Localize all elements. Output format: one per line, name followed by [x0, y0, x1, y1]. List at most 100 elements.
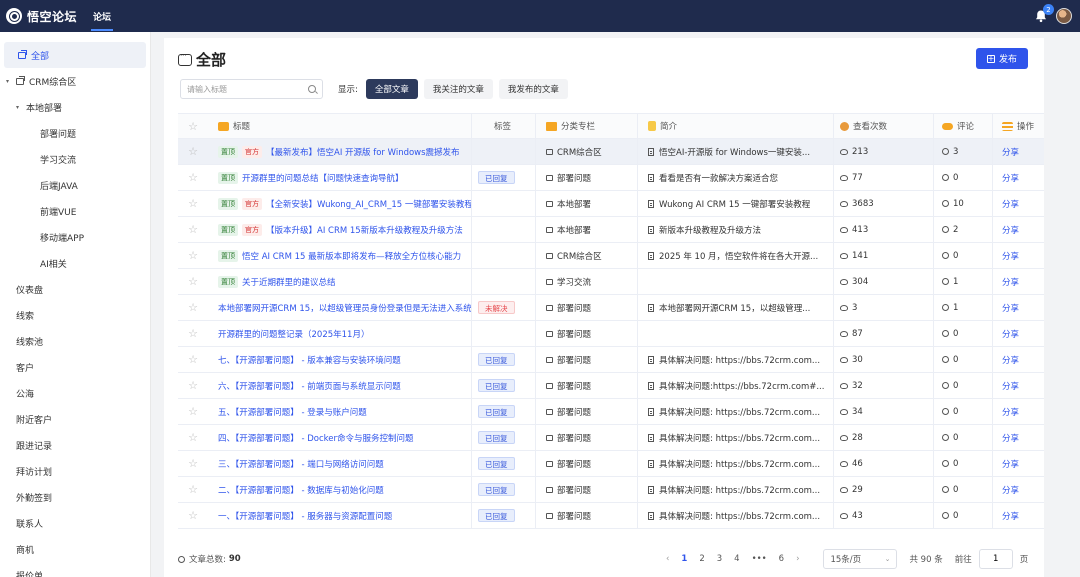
table-row[interactable]: ☆ 三、【开源部署问题】 - 端口与网络访问问题 已回复 部署问题 具体解决问题: ht…: [178, 451, 1044, 477]
sidebar-item[interactable]: AI相关: [0, 250, 150, 276]
star-icon[interactable]: ☆: [178, 379, 208, 392]
article-title-link[interactable]: 开源群里的问题整记录（2025年11月）: [218, 328, 369, 340]
header-views[interactable]: 查看次数: [834, 114, 934, 138]
sidebar-item[interactable]: 全部: [4, 42, 146, 68]
star-icon[interactable]: ☆: [178, 431, 208, 444]
star-icon[interactable]: ☆: [178, 457, 208, 470]
sidebar-item[interactable]: 跟进记录: [0, 432, 150, 458]
publish-button[interactable]: + 发布: [976, 48, 1028, 69]
article-title-link[interactable]: 一、【开源部署问题】 - 服务器与资源配置问题: [218, 510, 392, 522]
header-comments[interactable]: 评论: [934, 114, 993, 138]
article-title-link[interactable]: 七、【开源部署问题】 - 版本兼容与安装环境问题: [218, 354, 401, 366]
share-link[interactable]: 分享: [1002, 172, 1019, 184]
article-title-link[interactable]: 五、【开源部署问题】 - 登录与账户问题: [218, 406, 367, 418]
article-title-link[interactable]: 关于近期群里的建议总结: [242, 276, 336, 288]
caret-down-icon[interactable]: ▾: [6, 78, 16, 85]
search-icon[interactable]: [308, 85, 316, 93]
share-link[interactable]: 分享: [1002, 354, 1019, 366]
goto-page-input[interactable]: [978, 549, 1013, 569]
sidebar-item[interactable]: 部署问题: [0, 120, 150, 146]
article-title-link[interactable]: 二、【开源部署问题】 - 数据库与初始化问题: [218, 484, 384, 496]
share-link[interactable]: 分享: [1002, 458, 1019, 470]
sidebar-item[interactable]: ▾ 本地部署: [0, 94, 150, 120]
sidebar-item[interactable]: 附近客户: [0, 406, 150, 432]
table-row[interactable]: ☆ 置顶 官方 【版本升级】AI CRM 15新版本升级教程及升级方法 本地部署 新版本升…: [178, 217, 1044, 243]
star-icon[interactable]: ☆: [178, 197, 208, 210]
page-number[interactable]: 6: [779, 554, 784, 564]
caret-down-icon[interactable]: ▾: [16, 104, 26, 111]
app-logo[interactable]: 悟空论坛: [6, 8, 77, 25]
more-pages-icon[interactable]: •••: [752, 554, 767, 564]
table-row[interactable]: ☆ 置顶 官方 【最新发布】悟空AI 开源版 for Windows震撼发布 CRM综合…: [178, 139, 1044, 165]
article-title-link[interactable]: 开源群里的问题总结【问题快速查询导航】: [242, 172, 404, 184]
sidebar-item[interactable]: 报价单: [0, 562, 150, 577]
sidebar-item[interactable]: 前端VUE: [0, 198, 150, 224]
sidebar-item[interactable]: 联系人: [0, 510, 150, 536]
article-title-link[interactable]: 【版本升级】AI CRM 15新版本升级教程及升级方法: [266, 224, 463, 236]
page-number[interactable]: 2: [699, 554, 704, 564]
star-icon[interactable]: ☆: [178, 249, 208, 262]
share-link[interactable]: 分享: [1002, 276, 1019, 288]
article-title-link[interactable]: 三、【开源部署问题】 - 端口与网络访问问题: [218, 458, 384, 470]
page-number[interactable]: 3: [717, 554, 722, 564]
tab-followed-articles[interactable]: 我关注的文章: [423, 79, 493, 99]
table-row[interactable]: ☆ 置顶 开源群里的问题总结【问题快速查询导航】 已回复 部署问题 看看是否有一款解决方案…: [178, 165, 1044, 191]
tab-my-articles[interactable]: 我发布的文章: [498, 79, 568, 99]
star-icon[interactable]: ☆: [178, 353, 208, 366]
star-icon[interactable]: ☆: [178, 171, 208, 184]
table-row[interactable]: ☆ 置顶 悟空 AI CRM 15 最新版本即将发布—释放全方位核心能力 CRM综合区…: [178, 243, 1044, 269]
sidebar-item[interactable]: 线索池: [0, 328, 150, 354]
share-link[interactable]: 分享: [1002, 224, 1019, 236]
sidebar-item[interactable]: 移动端APP: [0, 224, 150, 250]
sidebar-item[interactable]: 后端JAVA: [0, 172, 150, 198]
page-size-select[interactable]: 15条/页 ⌄: [823, 549, 898, 569]
sidebar-item[interactable]: ▾ CRM综合区: [0, 68, 150, 94]
table-row[interactable]: ☆ 二、【开源部署问题】 - 数据库与初始化问题 已回复 部署问题 具体解决问题: ht…: [178, 477, 1044, 503]
sidebar-item[interactable]: 学习交流: [0, 146, 150, 172]
share-link[interactable]: 分享: [1002, 380, 1019, 392]
article-title-link[interactable]: 本地部署网开源CRM 15，以超级管理员身份登录但是无法进入系统: [218, 302, 471, 314]
star-icon[interactable]: ☆: [178, 327, 208, 340]
article-title-link[interactable]: 【最新发布】悟空AI 开源版 for Windows震撼发布: [266, 146, 460, 158]
share-link[interactable]: 分享: [1002, 432, 1019, 444]
table-row[interactable]: ☆ 开源群里的问题整记录（2025年11月） 部署问题 87 0 分享: [178, 321, 1044, 347]
sidebar-item[interactable]: 线索: [0, 302, 150, 328]
star-icon[interactable]: ☆: [178, 509, 208, 522]
sidebar-item[interactable]: 外勤签到: [0, 484, 150, 510]
article-title-link[interactable]: 悟空 AI CRM 15 最新版本即将发布—释放全方位核心能力: [242, 250, 461, 262]
star-icon[interactable]: ☆: [178, 223, 208, 236]
star-icon[interactable]: ☆: [178, 275, 208, 288]
next-page-icon[interactable]: ›: [796, 554, 799, 564]
page-number[interactable]: 1: [681, 554, 687, 564]
sidebar-item[interactable]: 商机: [0, 536, 150, 562]
table-row[interactable]: ☆ 一、【开源部署问题】 - 服务器与资源配置问题 已回复 部署问题 具体解决问题: h…: [178, 503, 1044, 529]
share-link[interactable]: 分享: [1002, 198, 1019, 210]
sidebar-item[interactable]: 客户: [0, 354, 150, 380]
sidebar-item[interactable]: 公海: [0, 380, 150, 406]
sidebar-item[interactable]: 仪表盘: [0, 276, 150, 302]
table-row[interactable]: ☆ 六、【开源部署问题】 - 前端页面与系统显示问题 已回复 部署问题 具体解决问题:h…: [178, 373, 1044, 399]
table-row[interactable]: ☆ 置顶 官方 【全新安装】Wukong_AI_CRM_15 一键部署安装教程 本地部署…: [178, 191, 1044, 217]
page-number[interactable]: 4: [734, 554, 739, 564]
table-row[interactable]: ☆ 本地部署网开源CRM 15，以超级管理员身份登录但是无法进入系统 未解决 部署问题…: [178, 295, 1044, 321]
share-link[interactable]: 分享: [1002, 484, 1019, 496]
table-row[interactable]: ☆ 七、【开源部署问题】 - 版本兼容与安装环境问题 已回复 部署问题 具体解决问题: …: [178, 347, 1044, 373]
article-title-link[interactable]: 【全新安装】Wukong_AI_CRM_15 一键部署安装教程: [266, 198, 471, 210]
star-icon[interactable]: ☆: [178, 405, 208, 418]
search-input[interactable]: [187, 84, 297, 94]
article-title-link[interactable]: 六、【开源部署问题】 - 前端页面与系统显示问题: [218, 380, 401, 392]
header-title[interactable]: 标题: [208, 114, 472, 138]
share-link[interactable]: 分享: [1002, 250, 1019, 262]
prev-page-icon[interactable]: ‹: [666, 554, 669, 564]
star-icon[interactable]: ☆: [178, 145, 208, 158]
tab-forum[interactable]: 论坛: [91, 0, 114, 32]
sidebar-item[interactable]: 拜访计划: [0, 458, 150, 484]
share-link[interactable]: 分享: [1002, 510, 1019, 522]
user-avatar[interactable]: [1056, 8, 1072, 24]
article-title-link[interactable]: 四、【开源部署问题】 - Docker命令与服务控制问题: [218, 432, 414, 444]
share-link[interactable]: 分享: [1002, 406, 1019, 418]
share-link[interactable]: 分享: [1002, 146, 1019, 158]
table-row[interactable]: ☆ 五、【开源部署问题】 - 登录与账户问题 已回复 部署问题 具体解决问题: http…: [178, 399, 1044, 425]
star-icon[interactable]: ☆: [178, 301, 208, 314]
tab-all-articles[interactable]: 全部文章: [365, 79, 418, 99]
